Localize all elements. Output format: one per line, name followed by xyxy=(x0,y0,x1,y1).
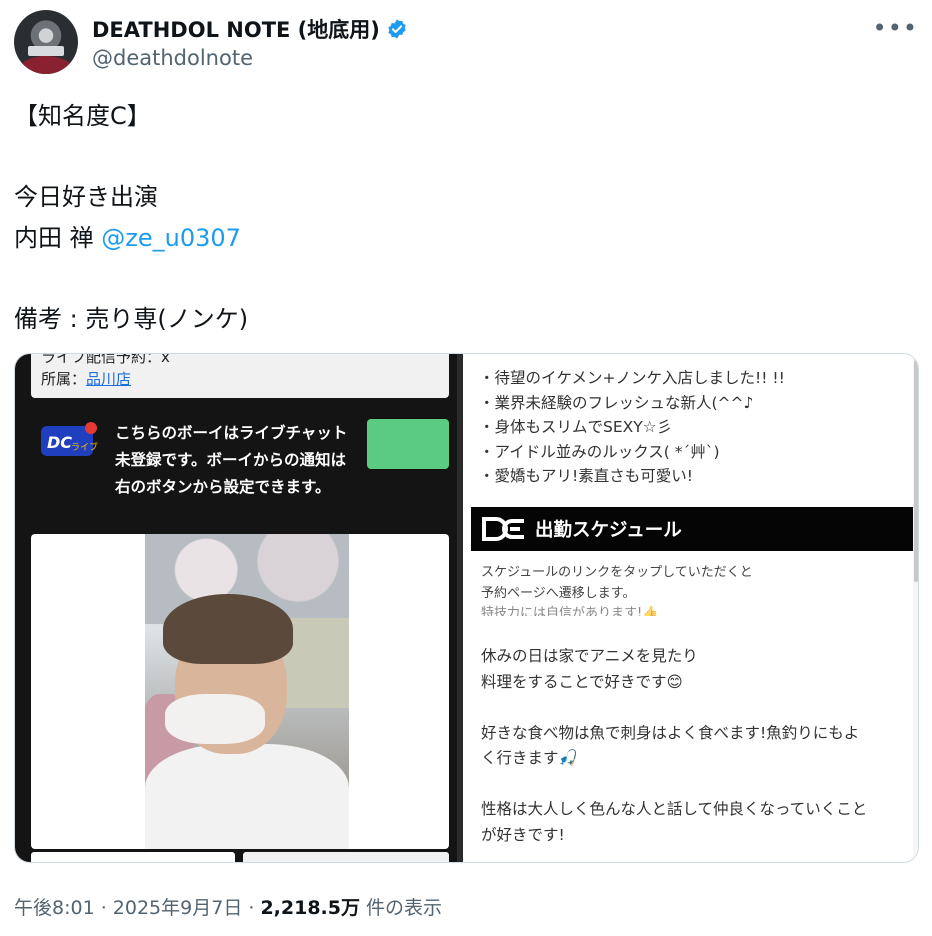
profile-blank-line xyxy=(481,772,911,798)
more-horizontal-icon[interactable]: ••• xyxy=(873,14,918,42)
schedule-title: 出勤スケジュール xyxy=(535,520,682,541)
profile-line: 休みの日は家でアニメを見たり xyxy=(481,647,698,665)
tweet-line: 【知名度C】 xyxy=(14,102,151,130)
feature-list: ・待望のイケメン+ノンケ入店しました!! !! ・業界未経験のフレッシュな新人(… xyxy=(479,366,785,489)
list-item: ・アイドル並みのルックス( *´艸`) xyxy=(479,442,720,461)
tweet-text: 【知名度C】 今日好き出演 内田 禅 @ze_u0307 備考 : 売り専(ノン… xyxy=(14,96,914,339)
svg-text:DC: DC xyxy=(47,433,72,452)
profile-description: 休みの日は家でアニメを見たり 料理をすることで好きです😊 好きな食べ物は魚で刺身… xyxy=(481,644,911,848)
verified-badge-icon xyxy=(388,19,406,39)
view-count: 2,218.5万 xyxy=(260,897,360,919)
tweet-footer: 午後8:01 · 2025年9月7日 · 2,218.5万 件の表示 xyxy=(14,893,442,920)
clipped-text: 特技力には自信があります!👍 xyxy=(481,606,659,616)
tweet-line: 内田 禅 @ze_u0307 xyxy=(14,218,914,259)
list-item: ・身体もスリムでSEXY☆彡 xyxy=(479,418,673,436)
scrollbar-thumb[interactable] xyxy=(914,360,918,582)
live-chat-logo-icon: DC ライブ xyxy=(41,422,98,456)
list-item: ・待望のイケメン+ノンケ入店しました!! !! xyxy=(479,369,785,387)
list-item: ・愛嬌もアリ!素直さも可愛い! xyxy=(479,467,693,485)
live-chat-notice: こちらのボーイはライブチャット未登録です。ボーイからの通知は右のボタンから設定で… xyxy=(115,424,348,496)
post-date[interactable]: 2025年9月7日 xyxy=(113,897,243,919)
profile-line: 料理をすることで好きです😊 xyxy=(481,672,683,691)
mention-link[interactable]: @ze_u0307 xyxy=(101,224,241,252)
profile-left-pane: ライフ配信予約：x 所属：品川店 DC ライブ こちらのボーイはライブチャット未… xyxy=(15,353,463,862)
tweet-line: 備考 : 売り専(ノンケ) xyxy=(14,304,249,333)
profile-line: が好きです! xyxy=(481,825,565,844)
list-item: ・業界未経験のフレッシュな新人(^^♪ xyxy=(479,393,754,412)
svg-text:ライブ: ライブ xyxy=(71,441,98,453)
schedule-header: 出勤スケジュール xyxy=(471,507,918,551)
thumbnail[interactable] xyxy=(243,852,449,862)
profile-right-pane: ・待望のイケメン+ノンケ入店しました!! !! ・業界未経験のフレッシュな新人(… xyxy=(463,354,918,862)
tweet-header: DEATHDOL NOTE (地底用) @deathdolnote ••• xyxy=(14,10,918,76)
tweet-line: 今日好き出演 xyxy=(14,183,158,211)
notice-line: 予約ページへ遷移します。 xyxy=(481,586,636,601)
dc-logo-icon xyxy=(482,517,524,541)
thumbnail[interactable] xyxy=(31,852,235,862)
display-name[interactable]: DEATHDOL NOTE (地底用) xyxy=(92,14,380,44)
handle[interactable]: @deathdolnote xyxy=(92,46,253,70)
thumbnail-strip xyxy=(31,852,449,862)
profile-blank-line xyxy=(481,695,911,721)
name-row: DEATHDOL NOTE (地底用) xyxy=(92,14,408,44)
store-link[interactable]: 品川店 xyxy=(86,370,131,388)
info-card: ライフ配信予約：x 所属：品川店 xyxy=(31,353,449,398)
notification-settings-button[interactable] xyxy=(367,419,449,469)
person-name: 内田 禅 xyxy=(14,223,94,252)
affiliation-row: 所属：品川店 xyxy=(41,368,439,390)
affiliation-label: 所属： xyxy=(41,370,87,388)
profile-line: 好きな食べ物は魚で刺身はよく食べます!魚釣りにもよ xyxy=(481,723,860,742)
tweet-media-image[interactable]: ライフ配信予約：x 所属：品川店 DC ライブ こちらのボーイはライブチャット未… xyxy=(14,353,919,863)
notice-line: スケジュールのリンクをタップしていただくと xyxy=(481,565,753,580)
right-scrollbar[interactable] xyxy=(913,354,918,862)
separator: · xyxy=(94,897,113,919)
profile-line: 性格は大人しく色んな人と話して仲良くなっていくこと xyxy=(481,800,868,818)
avatar[interactable] xyxy=(14,10,78,74)
post-time[interactable]: 午後8:01 xyxy=(14,897,95,919)
separator: · xyxy=(242,897,261,919)
profile-line: く行きます🎣 xyxy=(481,749,578,767)
profile-photo xyxy=(145,534,349,849)
photo-card xyxy=(31,534,449,849)
live-reservation-text: ライフ配信予約：x xyxy=(41,353,170,366)
views-label: 件の表示 xyxy=(360,897,443,919)
schedule-notice: スケジュールのリンクをタップしていただくと 予約ページへ遷移します。 xyxy=(481,562,753,604)
